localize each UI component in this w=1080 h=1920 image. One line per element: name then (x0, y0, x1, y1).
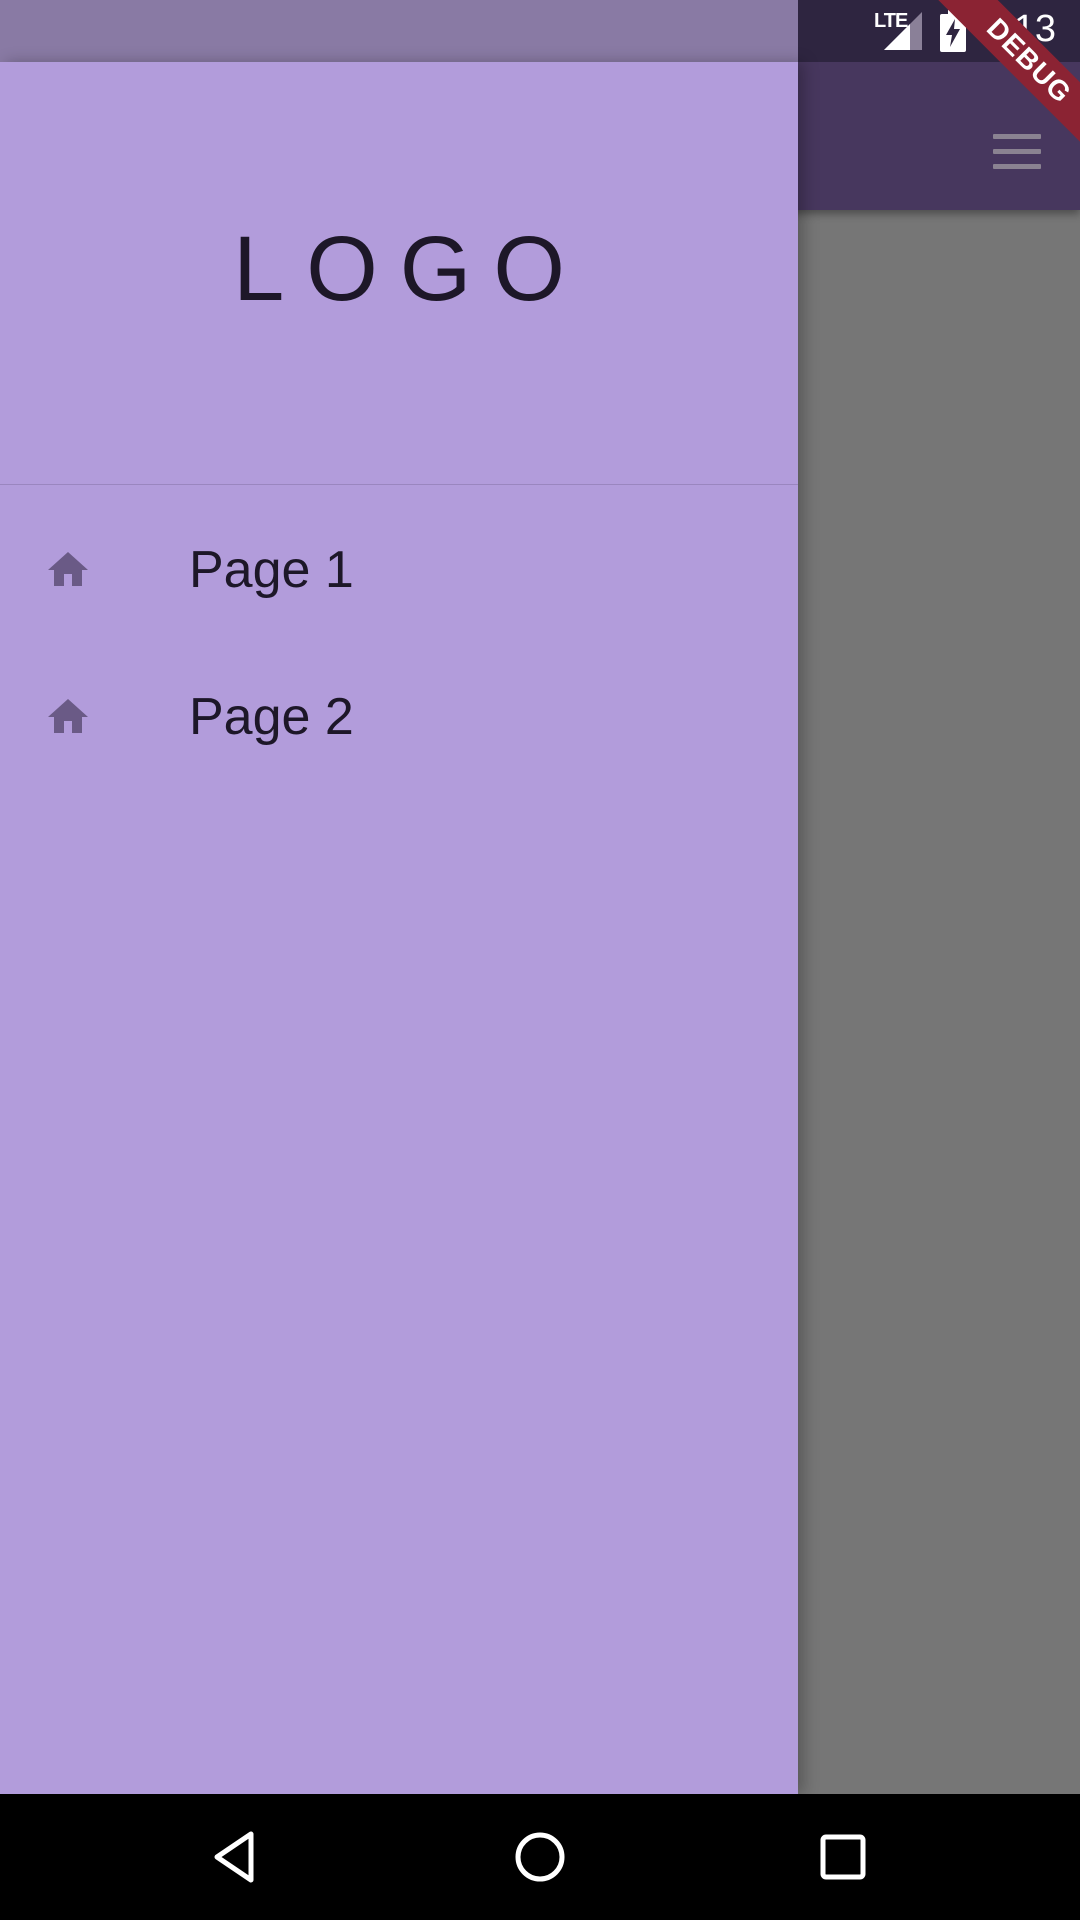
home-icon (48, 552, 88, 586)
network-type-label: LTE (874, 10, 908, 32)
drawer-item-page-2[interactable]: Page 2 (0, 644, 798, 790)
home-circle-icon[interactable] (510, 1827, 570, 1887)
recents-icon[interactable] (813, 1827, 873, 1887)
logo-text: LOGO (233, 217, 587, 320)
navigation-drawer: LOGO Page 1 Page 2 (0, 62, 798, 1794)
drawer-item-label: Page 2 (189, 688, 354, 746)
system-navigation-bar (0, 1794, 1080, 1920)
status-bar: LTE 4:13 (0, 0, 1080, 62)
menu-icon-bar (993, 148, 1041, 154)
screen: LTE 4:13 DEBUG LOGO Page 1 Page 2 (0, 0, 1080, 1920)
drawer-item-page-1[interactable]: Page 1 (0, 497, 798, 643)
menu-icon-bar (993, 163, 1041, 169)
status-bar-drawer-tint (0, 0, 798, 62)
back-icon[interactable] (207, 1827, 267, 1887)
drawer-header: LOGO (0, 62, 798, 485)
drawer-item-label: Page 1 (189, 541, 354, 599)
menu-button[interactable] (976, 110, 1058, 192)
home-icon (48, 699, 88, 733)
menu-icon-bar (993, 133, 1041, 139)
